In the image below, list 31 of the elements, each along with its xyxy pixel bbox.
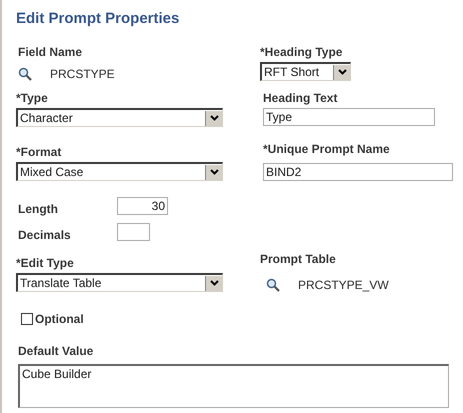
format-dropdown[interactable]: Mixed Case [16,162,223,181]
default-value-field[interactable]: Cube Builder [18,364,449,408]
prompt-name-field[interactable]: BIND2 [263,163,453,181]
prompt-table-value: PRCSTYPE_VW [298,278,389,292]
heading-text-field[interactable]: Type [263,108,435,126]
caret-icon [210,169,218,175]
field-label: Default Value [18,344,94,358]
length-field[interactable]: 30 [117,197,168,215]
caret-icon [210,280,218,286]
decimals-field[interactable] [117,223,150,241]
field-label: *Format [16,145,62,159]
field-label: *Type [16,91,49,105]
field-label: *Unique Prompt Name [263,142,391,156]
caret-icon [210,115,218,121]
page-title: Edit Prompt Properties [16,10,180,27]
heading-type-dropdown[interactable]: RFT Short [260,62,351,81]
type-dropdown[interactable]: Character [16,108,223,127]
field-label: Field Name [18,45,84,59]
search-icon[interactable] [266,278,280,292]
field-value: PRCSTYPE [50,67,115,81]
caret-icon [338,69,346,75]
field-label: Prompt Table [260,252,337,266]
field-label: *Edit Type [16,256,75,270]
search-icon[interactable] [18,67,32,81]
checkbox-label: Optional [35,312,84,326]
field-label: Length [18,202,59,216]
edit-type-dropdown[interactable]: Translate Table [16,273,223,292]
field-label: *Heading Type [260,45,344,59]
field-label: Heading Text [263,91,338,105]
field-label: Decimals [18,228,72,242]
optional-checkbox[interactable] [21,313,33,325]
